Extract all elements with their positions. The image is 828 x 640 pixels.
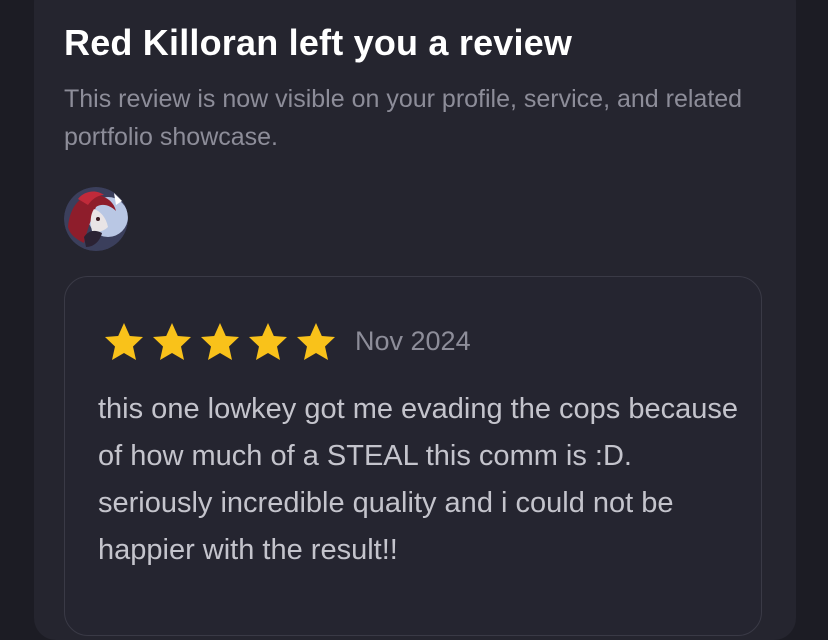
star-icon <box>153 323 191 360</box>
notification-title: Red Killoran left you a review <box>64 22 573 63</box>
star-icon <box>201 323 239 360</box>
star-icon <box>297 323 335 360</box>
star-icon <box>249 323 287 360</box>
star-icon <box>105 323 143 360</box>
review-text: this one lowkey got me evading the cops … <box>98 393 739 566</box>
review-date: Nov 2024 <box>355 326 471 356</box>
star-rating <box>100 320 340 364</box>
reviewer-avatar[interactable] <box>64 187 128 251</box>
notification-subtitle: This review is now visible on your profi… <box>64 85 743 151</box>
avatar-image <box>64 187 128 251</box>
